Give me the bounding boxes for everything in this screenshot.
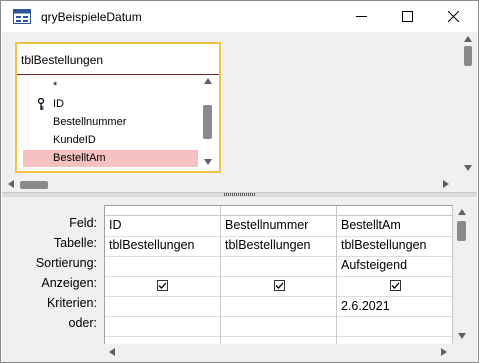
table-name: tblBestellungen xyxy=(21,53,104,67)
grid-cell-feld[interactable]: BestelltAm xyxy=(341,218,401,232)
scroll-down-icon[interactable] xyxy=(458,333,466,339)
scroll-up-icon[interactable] xyxy=(464,36,472,42)
field-list-item-bestellnummer[interactable]: Bestellnummer xyxy=(23,114,198,131)
minimize-icon xyxy=(355,16,367,17)
field-label: * xyxy=(53,80,58,92)
grid-horizontal-scrollbar[interactable] xyxy=(104,344,453,360)
field-list-item-bestelltam[interactable]: BestelltAm xyxy=(23,150,198,167)
anzeigen-checkbox[interactable] xyxy=(390,280,401,291)
grid-vertical-scrollbar[interactable] xyxy=(453,205,470,345)
design-area-horizontal-scrollbar[interactable] xyxy=(2,176,477,192)
grid-cell-tabelle[interactable]: tblBestellungen xyxy=(225,238,310,252)
maximize-icon xyxy=(401,11,413,22)
field-label: BestelltAm xyxy=(53,152,106,164)
row-label-tabelle: Tabelle: xyxy=(53,236,97,250)
field-list-item-id[interactable]: ID xyxy=(23,96,198,113)
scroll-left-icon[interactable] xyxy=(8,180,14,188)
query-icon xyxy=(13,9,31,24)
primary-key-icon xyxy=(37,98,45,110)
scroll-left-icon[interactable] xyxy=(109,348,115,356)
window-title: qryBeispieleDatum xyxy=(41,10,142,24)
grid-cell-feld[interactable]: ID xyxy=(109,218,122,232)
design-area-hscroll-thumb[interactable] xyxy=(20,181,48,189)
query-design-window: qryBeispieleDatum tblBestellungen * ID B… xyxy=(0,0,479,363)
grid-cell-feld[interactable]: Bestellnummer xyxy=(225,218,308,232)
table-field-list-header[interactable]: tblBestellungen xyxy=(17,44,219,75)
anzeigen-checkbox[interactable] xyxy=(157,280,168,291)
row-label-oder: oder: xyxy=(68,316,98,330)
design-area-vertical-scrollbar[interactable] xyxy=(459,32,477,194)
table-field-list[interactable]: tblBestellungen * ID Bestellnummer Kunde… xyxy=(15,42,221,173)
field-list-item-kundeid[interactable]: KundeID xyxy=(23,132,198,149)
grid-cell-sortierung[interactable]: Aufsteigend xyxy=(341,258,407,272)
scroll-right-icon[interactable] xyxy=(443,180,449,188)
design-area-vscroll-thumb[interactable] xyxy=(464,46,472,66)
field-label: ID xyxy=(53,98,64,110)
maximize-button[interactable] xyxy=(384,1,430,32)
field-list-scrollbar[interactable] xyxy=(199,75,217,169)
splitter-grip[interactable] xyxy=(224,193,256,196)
grid-vscroll-thumb[interactable] xyxy=(457,221,466,241)
field-label: KundeID xyxy=(53,134,96,146)
close-button[interactable] xyxy=(430,1,476,32)
grid-cell-tabelle[interactable]: tblBestellungen xyxy=(109,238,194,252)
row-label-sortierung: Sortierung: xyxy=(35,256,97,270)
row-label-anzeigen: Anzeigen: xyxy=(41,276,97,290)
row-label-feld: Feld: xyxy=(69,216,97,230)
table-design-area: tblBestellungen * ID Bestellnummer Kunde… xyxy=(2,32,477,194)
row-label-kriterien: Kriterien: xyxy=(46,296,97,310)
close-icon xyxy=(447,11,459,22)
scroll-up-icon[interactable] xyxy=(458,209,466,215)
field-list-scroll-thumb[interactable] xyxy=(203,105,212,139)
grid-cell-tabelle[interactable]: tblBestellungen xyxy=(341,238,426,252)
grid-cell-kriterien[interactable]: 2.6.2021 xyxy=(341,299,390,313)
scroll-up-icon[interactable] xyxy=(204,78,212,84)
anzeigen-checkbox[interactable] xyxy=(274,280,285,291)
minimize-button[interactable] xyxy=(338,1,384,32)
field-label: Bestellnummer xyxy=(53,116,127,128)
field-list-item-all[interactable]: * xyxy=(23,78,198,95)
scroll-right-icon[interactable] xyxy=(441,348,447,356)
title-bar: qryBeispieleDatum xyxy=(1,1,478,32)
query-design-grid: ID tblBestellungen Bestellnummer tblBest… xyxy=(104,205,453,351)
grid-column-1 xyxy=(105,206,221,351)
scroll-down-icon[interactable] xyxy=(204,159,212,165)
query-grid-area: Feld: Tabelle: Sortierung: Anzeigen: Kri… xyxy=(2,197,477,362)
scroll-down-icon[interactable] xyxy=(464,165,472,171)
